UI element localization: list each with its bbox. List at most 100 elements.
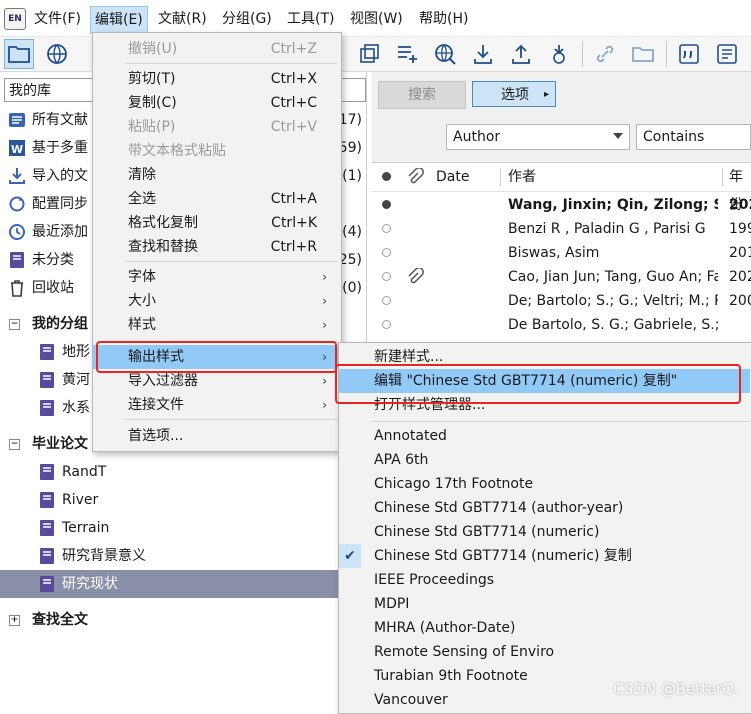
edit-menu-item[interactable]: 复制(C) Ctrl+C — [93, 91, 339, 115]
toolbar-separator-2 — [666, 41, 667, 67]
recent-clock-icon — [9, 224, 25, 240]
group-item[interactable]: Terrain — [0, 514, 366, 542]
column-author[interactable]: 作者 — [508, 163, 536, 191]
online-search-globe-button[interactable] — [430, 39, 460, 69]
menu-separator — [125, 261, 337, 262]
edit-menu-item[interactable]: 格式化复制 Ctrl+K — [93, 211, 339, 235]
reference-author: Benzi R , Paladin G , Parisi G — [508, 221, 706, 237]
checkmark-icon: ✔ — [339, 544, 361, 568]
local-library-button[interactable] — [4, 39, 34, 69]
group-item[interactable]: RandT — [0, 458, 366, 486]
reference-row[interactable]: De; Bartolo; S.; G.; Veltri; M.; Pr... 20… — [372, 289, 751, 313]
open-file-button[interactable] — [628, 39, 658, 69]
edit-menu-item[interactable]: 大小 › — [93, 289, 339, 313]
menu-item-shortcut: Ctrl+Z — [270, 41, 317, 57]
menu-item-label: 样式 — [128, 317, 156, 333]
edit-menu-item[interactable]: 清除 — [93, 163, 339, 187]
menu-references[interactable]: 文献(R) — [154, 6, 211, 32]
import-button[interactable] — [468, 39, 498, 69]
annotation-highlight-box — [96, 341, 337, 373]
edit-menu-item[interactable]: 带文本格式粘贴 — [93, 139, 339, 163]
group-book-icon — [40, 576, 54, 592]
edit-menu-item[interactable]: 查找和替换 Ctrl+R — [93, 235, 339, 259]
globe-icon — [47, 44, 67, 64]
edit-menu-item[interactable]: 全选 Ctrl+A — [93, 187, 339, 211]
menu-window[interactable]: 视图(W) — [346, 6, 407, 32]
edit-menu-item[interactable]: 首选项... — [93, 424, 339, 448]
edit-menu-item[interactable]: 字体 › — [93, 265, 339, 289]
open-link-button[interactable] — [590, 39, 620, 69]
reference-year: 200 — [729, 293, 751, 309]
edit-menu-item[interactable]: 撤销(U) Ctrl+Z — [93, 37, 339, 61]
group-item[interactable]: 研究背景意义 — [0, 542, 366, 570]
search-button[interactable]: 搜索 — [378, 81, 466, 109]
attachment-paperclip-icon — [408, 268, 424, 284]
read-dot-icon — [382, 296, 391, 305]
svg-text:W: W — [11, 143, 23, 156]
reference-author: De; Bartolo; S.; G.; Veltri; M.; Pr... — [508, 293, 718, 309]
menu-item-label: Chicago 17th Footnote — [374, 476, 534, 492]
style-menu-item[interactable]: ✔ Chinese Std GBT7714 (numeric) 复制 — [339, 544, 750, 568]
menu-separator — [125, 63, 337, 64]
reference-row[interactable]: De Bartolo, S. G.; Gabriele, S.; ... — [372, 313, 751, 337]
menu-edit[interactable]: 编辑(E) — [90, 6, 148, 34]
menu-file[interactable]: 文件(F) — [30, 6, 85, 32]
reference-list-header: Date 作者 年份 — [372, 163, 751, 213]
copy-icon — [360, 44, 379, 63]
caret-right-icon: ▸ — [543, 89, 549, 100]
search-field-select[interactable]: Author — [446, 124, 630, 150]
group-item[interactable]: River — [0, 486, 366, 514]
menu-help[interactable]: 帮助(H) — [415, 6, 472, 32]
chevron-down-icon — [613, 133, 623, 139]
style-menu-item[interactable]: Chinese Std GBT7714 (author-year) — [339, 496, 750, 520]
all-references-icon — [9, 113, 25, 127]
column-date[interactable]: Date — [436, 163, 469, 191]
style-menu-item[interactable]: Chicago 17th Footnote — [339, 472, 750, 496]
style-menu-item[interactable]: MDPI — [339, 592, 750, 616]
open-folder-icon — [632, 47, 654, 62]
menu-item-label: 剪切(T) — [128, 71, 176, 87]
find-fulltext-group[interactable]: + 查找全文 — [0, 606, 366, 634]
style-menu-item[interactable]: Chinese Std GBT7714 (numeric) — [339, 520, 750, 544]
style-menu-item[interactable]: Remote Sensing of Enviro — [339, 640, 750, 664]
collapse-toggle[interactable]: − — [9, 439, 20, 450]
new-reference-button[interactable] — [392, 39, 422, 69]
menu-item-label: 字体 — [128, 269, 156, 285]
edit-menu-item[interactable]: 样式 › — [93, 313, 339, 337]
download-icon — [474, 45, 492, 64]
format-bibliography-button[interactable] — [712, 39, 742, 69]
edit-menu-item[interactable]: 粘贴(P) Ctrl+V — [93, 115, 339, 139]
group-item-selected[interactable]: 研究现状 — [0, 570, 366, 598]
menu-groups[interactable]: 分组(G) — [218, 6, 276, 32]
style-menu-item[interactable]: MHRA (Author-Date) — [339, 616, 750, 640]
reference-row[interactable]: Benzi R , Paladin G , Parisi G 199 — [372, 217, 751, 241]
reference-row[interactable]: Cao, Jian Jun; Tang, Guo An; Fa... 202 — [372, 265, 751, 289]
endnote-logo-icon: EN — [4, 8, 26, 30]
read-dot-icon — [382, 320, 391, 329]
style-menu-item[interactable]: IEEE Proceedings — [339, 568, 750, 592]
menu-separator — [125, 419, 337, 420]
menu-tools[interactable]: 工具(T) — [283, 6, 338, 32]
copy-library-button[interactable] — [354, 39, 384, 69]
find-fulltext-icon — [553, 45, 565, 64]
expand-toggle[interactable]: + — [9, 615, 20, 626]
options-button[interactable]: 选项 ▸ — [472, 81, 556, 107]
edit-menu-item[interactable]: 剪切(T) Ctrl+X — [93, 67, 339, 91]
insert-citation-button[interactable] — [674, 39, 704, 69]
word-doc-icon: W — [9, 140, 25, 156]
collapse-toggle[interactable]: − — [9, 319, 20, 330]
style-menu-item[interactable]: APA 6th — [339, 448, 750, 472]
export-button[interactable] — [506, 39, 536, 69]
find-fulltext-button[interactable] — [544, 39, 574, 69]
menu-item-label: MHRA (Author-Date) — [374, 620, 516, 636]
menu-item-shortcut: Ctrl+C — [270, 95, 317, 111]
edit-menu-item[interactable]: 连接文件 › — [93, 393, 339, 417]
style-menu-item[interactable]: Annotated — [339, 424, 750, 448]
reference-row[interactable]: Biswas, Asim 201 — [372, 241, 751, 265]
reference-row[interactable]: Wang, Jinxin; Qin, Zilong; S... 202 — [372, 193, 751, 217]
search-operator-select[interactable]: Contains — [636, 124, 751, 150]
paperclip-icon — [408, 168, 424, 184]
submenu-arrow-icon: › — [322, 270, 327, 284]
reference-year: 202 — [729, 269, 751, 285]
online-search-button[interactable] — [42, 39, 72, 69]
